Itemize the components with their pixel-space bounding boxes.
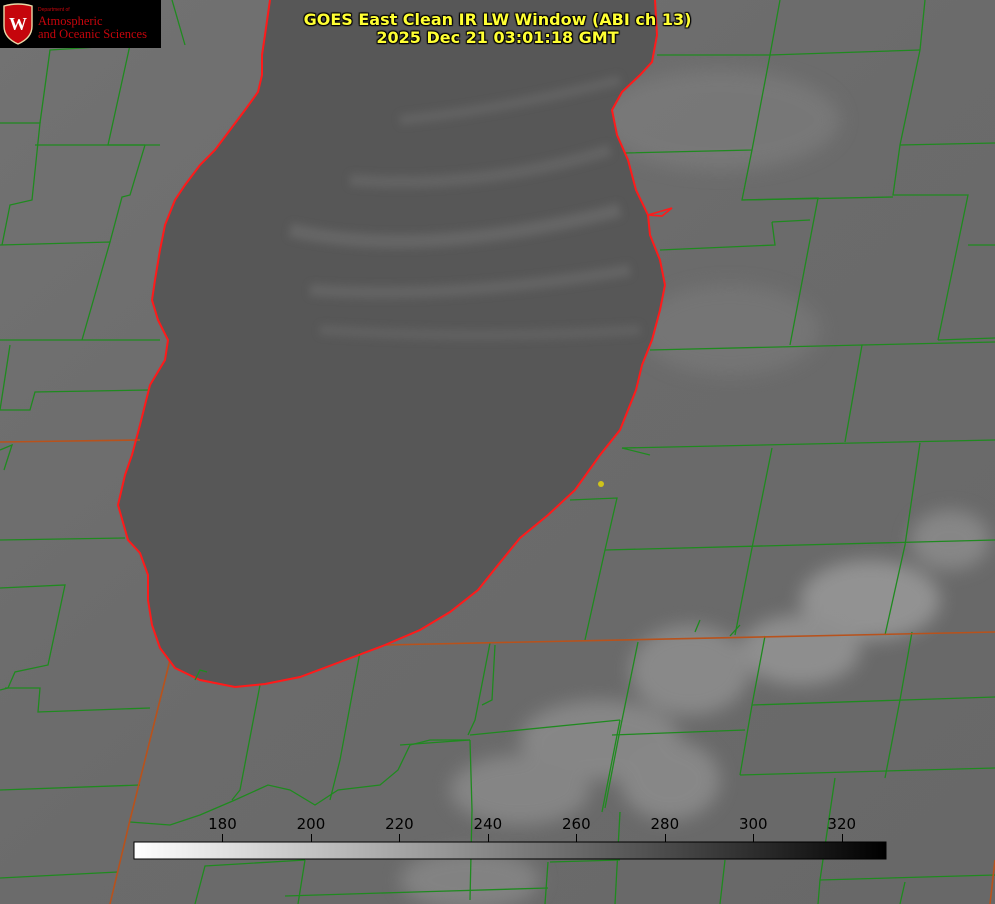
image-title: GOES East Clean IR LW Window (ABI ch 13)… bbox=[250, 11, 745, 47]
colorbar-gradient bbox=[133, 841, 887, 860]
colorbar-tick-label: 180 bbox=[208, 815, 237, 833]
uw-crest-icon: W bbox=[3, 3, 33, 45]
colorbar-tick bbox=[310, 834, 312, 842]
logo-line-oceanic: and Oceanic Sciences bbox=[38, 26, 147, 41]
colorbar-tick bbox=[664, 834, 666, 842]
uw-aos-logo: W Department of Atmospheric and Oceanic … bbox=[0, 0, 161, 48]
colorbar-tick-label: 260 bbox=[562, 815, 591, 833]
colorbar-tick bbox=[753, 834, 755, 842]
colorbar-tick bbox=[576, 834, 578, 842]
colorbar-tick-label: 320 bbox=[827, 815, 857, 833]
title-channel: GOES East Clean IR LW Window (ABI ch 13) bbox=[303, 10, 692, 29]
colorbar-tick bbox=[222, 834, 224, 842]
colorbar-tick bbox=[399, 834, 401, 842]
colorbar-tick bbox=[841, 834, 843, 842]
satellite-map bbox=[0, 0, 995, 904]
logo-department: Department of bbox=[38, 6, 70, 13]
crest-letter: W bbox=[9, 14, 27, 34]
station-marker bbox=[598, 481, 604, 487]
colorbar-tick-label: 280 bbox=[650, 815, 680, 833]
colorbar-tick-label: 200 bbox=[296, 815, 326, 833]
colorbar-tick-label: 240 bbox=[473, 815, 503, 833]
colorbar-tick bbox=[487, 834, 489, 842]
colorbar-tick-label: 220 bbox=[385, 815, 414, 833]
colorbar-tick-label: 300 bbox=[738, 815, 768, 833]
title-timestamp: 2025 Dec 21 03:01:18 GMT bbox=[376, 28, 619, 47]
satellite-image-viewer: W Department of Atmospheric and Oceanic … bbox=[0, 0, 995, 904]
logo-line-atmospheric: Atmospheric bbox=[38, 13, 103, 28]
